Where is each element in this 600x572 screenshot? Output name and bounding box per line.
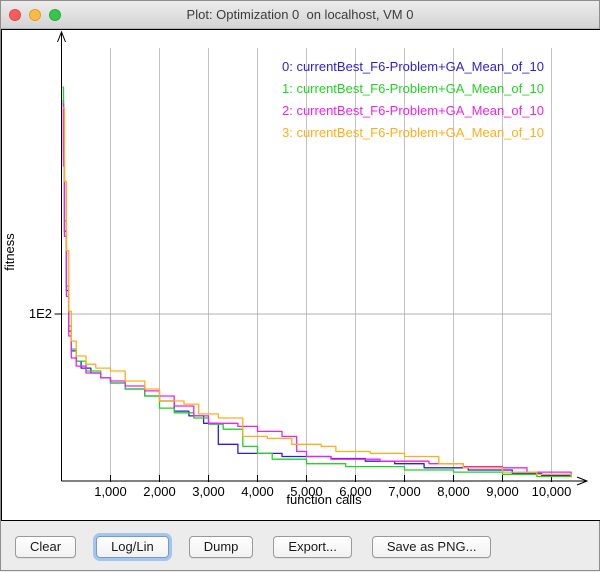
y-axis-label: fitness	[2, 222, 18, 282]
minimize-window-icon[interactable]	[29, 9, 41, 21]
plot-panel: 1,0002,0003,0004,0005,0006,0007,0008,000…	[1, 29, 600, 521]
series-line	[63, 101, 572, 477]
title-bar: Plot: Optimization 0 on localhost, VM 0	[1, 1, 599, 29]
window-title: Plot: Optimization 0 on localhost, VM 0	[1, 1, 599, 28]
log-lin-button[interactable]: Log/Lin	[96, 536, 169, 558]
x-axis-label: function calls	[224, 492, 424, 507]
x-tick-label: 1,000	[94, 484, 127, 499]
series-line	[63, 87, 572, 477]
plot-window: Plot: Optimization 0 on localhost, VM 0 …	[0, 0, 600, 571]
x-tick-label: 9,000	[486, 484, 519, 499]
close-window-icon[interactable]	[9, 9, 21, 21]
legend: 0: currentBest_F6-Problem+GA_Mean_of_10 …	[282, 56, 544, 144]
x-tick-label: 2,000	[143, 484, 176, 499]
legend-entry-1: 1: currentBest_F6-Problem+GA_Mean_of_10	[282, 78, 544, 100]
clear-button[interactable]: Clear	[15, 536, 76, 558]
maximize-window-icon[interactable]	[49, 9, 61, 21]
legend-entry-0: 0: currentBest_F6-Problem+GA_Mean_of_10	[282, 56, 544, 78]
save-as-png-button[interactable]: Save as PNG...	[372, 536, 492, 558]
y-tick-label: 1E2	[20, 306, 52, 321]
button-bar: Clear Log/Lin Dump Export... Save as PNG…	[1, 521, 599, 572]
legend-entry-2: 2: currentBest_F6-Problem+GA_Mean_of_10	[282, 100, 544, 122]
x-tick-label: 8,000	[437, 484, 470, 499]
x-tick-label: 3,000	[192, 484, 225, 499]
series-line	[63, 104, 572, 476]
traffic-lights	[9, 9, 61, 21]
export-button[interactable]: Export...	[273, 536, 351, 558]
dump-button[interactable]: Dump	[189, 536, 254, 558]
legend-entry-3: 3: currentBest_F6-Problem+GA_Mean_of_10	[282, 122, 544, 144]
series-line	[63, 108, 571, 477]
x-tick-label: 10,000	[532, 484, 572, 499]
